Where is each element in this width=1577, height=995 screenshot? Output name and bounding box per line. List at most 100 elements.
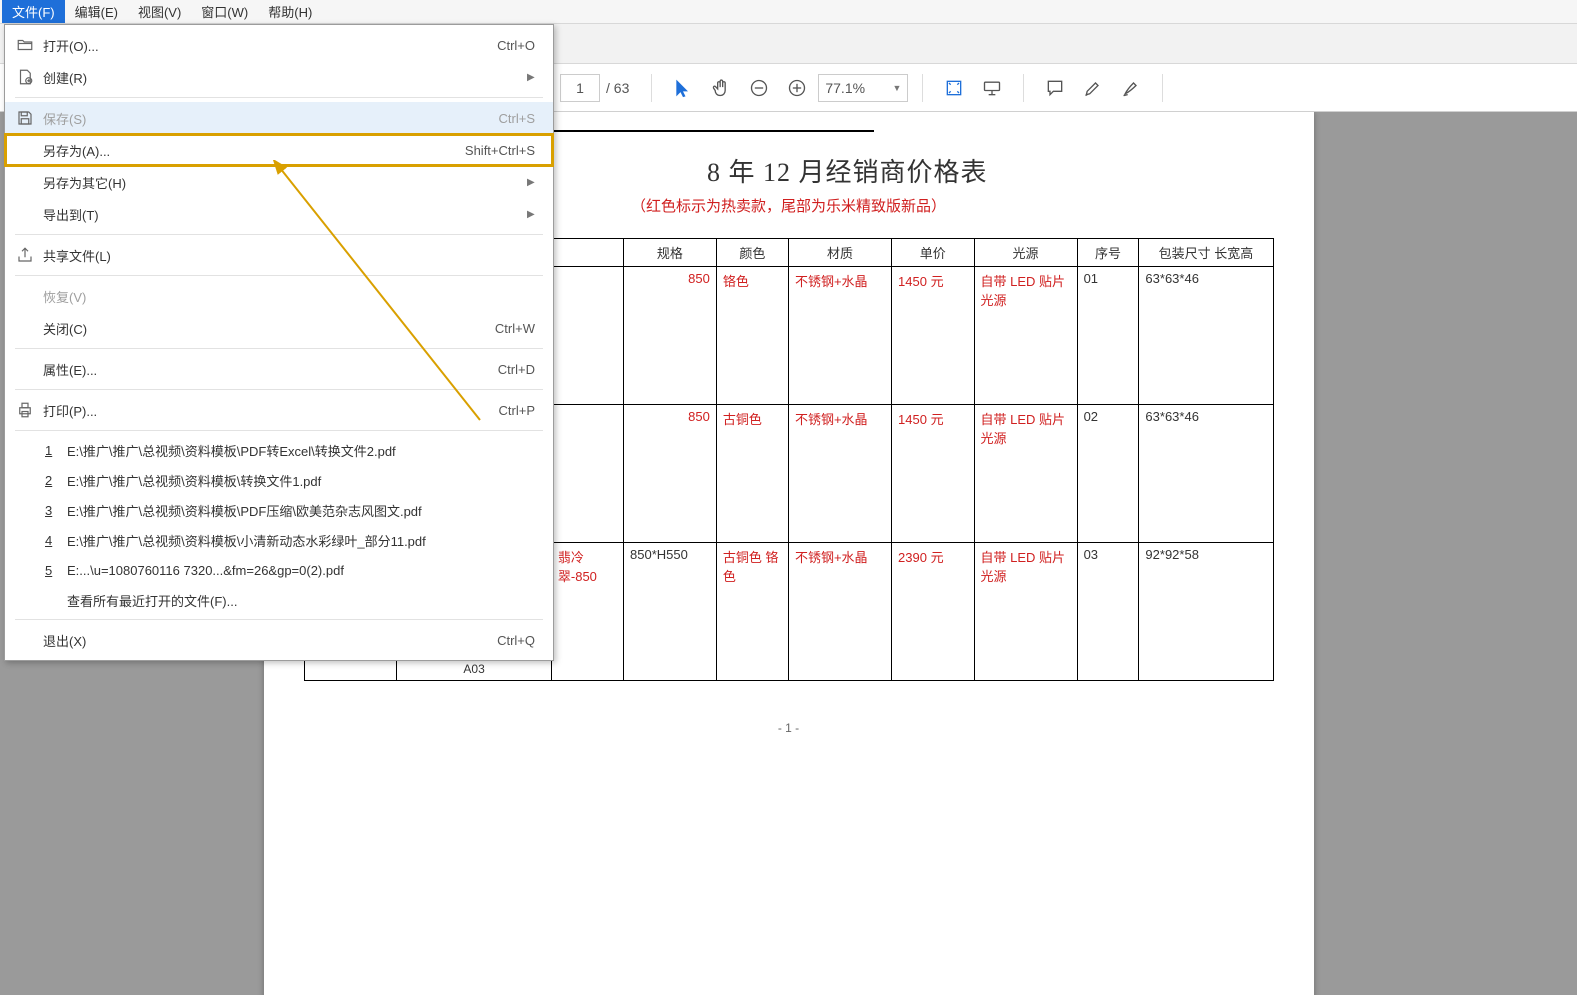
- menu-export-to[interactable]: 导出到(T) ▶: [5, 198, 553, 230]
- file-menu-dropdown: 打开(O)... Ctrl+O 创建(R) ▶ 保存(S) Ctrl+S 另存为…: [4, 24, 554, 661]
- select-arrow-icon[interactable]: [666, 71, 700, 105]
- cell-pack: 63*63*46: [1139, 267, 1273, 405]
- comment-icon[interactable]: [1038, 71, 1072, 105]
- menu-help[interactable]: 帮助(H): [258, 0, 322, 23]
- menu-share-file[interactable]: 共享文件(L): [5, 239, 553, 271]
- col-spec: 规格: [624, 239, 717, 267]
- highlight-pen-icon[interactable]: [1076, 71, 1110, 105]
- cell-color: 古铜色 铬色: [716, 543, 788, 681]
- cell-seq: 02: [1077, 405, 1139, 543]
- menu-label: 导出到(T): [39, 205, 527, 224]
- menu-label: 关闭(C): [39, 319, 495, 338]
- submenu-arrow-icon: ▶: [527, 72, 535, 83]
- col-hidden-3: [551, 239, 623, 267]
- col-packsize: 包装尺寸 长宽高: [1139, 239, 1273, 267]
- cell-spec: 850: [624, 405, 717, 543]
- menu-label: 属性(E)...: [39, 360, 498, 379]
- menu-label: 打印(P)...: [39, 401, 499, 420]
- shortcut-label: Ctrl+O: [497, 38, 535, 53]
- cell-light: 自带 LED 贴片光源: [974, 543, 1077, 681]
- zoom-in-icon[interactable]: [780, 71, 814, 105]
- menu-save-as-other[interactable]: 另存为其它(H) ▶: [5, 166, 553, 198]
- cell-seq: 01: [1077, 267, 1139, 405]
- cell-price: 1450 元: [892, 405, 974, 543]
- page-current-input[interactable]: 1: [560, 74, 600, 102]
- toolbar-divider: [922, 74, 923, 102]
- menu-window[interactable]: 窗口(W): [191, 0, 258, 23]
- menu-label: 恢复(V): [39, 287, 535, 306]
- menu-label: 共享文件(L): [39, 246, 535, 265]
- menu-recent-file[interactable]: 4E:\推广\推广\总视频\资料模板\小清新动态水彩绿叶_部分11.pdf: [5, 525, 553, 555]
- shortcut-label: Ctrl+Q: [497, 633, 535, 648]
- page-number-footer: - 1 -: [304, 721, 1274, 735]
- hand-pan-icon[interactable]: [704, 71, 738, 105]
- menu-open[interactable]: 打开(O)... Ctrl+O: [5, 29, 553, 61]
- col-price: 单价: [892, 239, 974, 267]
- menu-label: 创建(R): [39, 68, 527, 87]
- menu-file[interactable]: 文件(F): [2, 0, 65, 23]
- cell-name: [551, 267, 623, 405]
- cell-spec: 850*H550: [624, 543, 717, 681]
- cell-material: 不锈钢+水晶: [788, 405, 891, 543]
- toolbar-divider: [651, 74, 652, 102]
- shortcut-label: Ctrl+D: [498, 362, 535, 377]
- cell-pack: 63*63*46: [1139, 405, 1273, 543]
- zoom-out-icon[interactable]: [742, 71, 776, 105]
- menu-create[interactable]: 创建(R) ▶: [5, 61, 553, 93]
- shortcut-label: Ctrl+W: [495, 321, 535, 336]
- menu-view-all-recent[interactable]: 查看所有最近打开的文件(F)...: [5, 585, 553, 615]
- cell-light: 自带 LED 贴片光源: [974, 405, 1077, 543]
- page-total-label: / 63: [606, 80, 629, 96]
- cell-material: 不锈钢+水晶: [788, 543, 891, 681]
- menu-label: 打开(O)...: [39, 36, 497, 55]
- recent-file-label: E:\推广\推广\总视频\资料模板\PDF压缩\欧美范杂志风图文.pdf: [63, 501, 535, 520]
- cell-color: 古铜色: [716, 405, 788, 543]
- col-material: 材质: [788, 239, 891, 267]
- menu-recent-file[interactable]: 1E:\推广\推广\总视频\资料模板\PDF转Excel\转换文件2.pdf: [5, 435, 553, 465]
- cell-name: 翡冷翠-850: [551, 543, 623, 681]
- menu-save-as[interactable]: 另存为(A)... Shift+Ctrl+S: [5, 134, 553, 166]
- menu-edit[interactable]: 编辑(E): [65, 0, 128, 23]
- zoom-dropdown[interactable]: 77.1% ▼: [818, 74, 908, 102]
- toolbar-divider: [1023, 74, 1024, 102]
- menu-label: 退出(X): [39, 631, 497, 650]
- sign-pen-icon[interactable]: [1114, 71, 1148, 105]
- read-mode-icon[interactable]: [975, 71, 1009, 105]
- cell-seq: 03: [1077, 543, 1139, 681]
- menu-exit[interactable]: 退出(X) Ctrl+Q: [5, 624, 553, 656]
- cell-price: 2390 元: [892, 543, 974, 681]
- submenu-arrow-icon: ▶: [527, 209, 535, 220]
- recent-file-label: E:\推广\推广\总视频\资料模板\转换文件1.pdf: [63, 471, 535, 490]
- toolbar-divider: [1162, 74, 1163, 102]
- menu-label: 另存为其它(H): [39, 173, 527, 192]
- menu-view[interactable]: 视图(V): [128, 0, 191, 23]
- shortcut-label: Shift+Ctrl+S: [465, 143, 535, 158]
- menu-properties[interactable]: 属性(E)... Ctrl+D: [5, 353, 553, 385]
- menubar: 文件(F) 编辑(E) 视图(V) 窗口(W) 帮助(H): [0, 0, 1577, 24]
- cell-spec: 850: [624, 267, 717, 405]
- recent-file-label: E:...\u=1080760116 7320...&fm=26&gp=0(2)…: [63, 563, 535, 578]
- menu-save: 保存(S) Ctrl+S: [5, 102, 553, 134]
- recent-file-label: E:\推广\推广\总视频\资料模板\小清新动态水彩绿叶_部分11.pdf: [63, 531, 535, 550]
- menu-recent-file[interactable]: 2E:\推广\推广\总视频\资料模板\转换文件1.pdf: [5, 465, 553, 495]
- chevron-down-icon: ▼: [892, 83, 901, 93]
- menu-recent-file[interactable]: 3E:\推广\推广\总视频\资料模板\PDF压缩\欧美范杂志风图文.pdf: [5, 495, 553, 525]
- col-light: 光源: [974, 239, 1077, 267]
- cell-price: 1450 元: [892, 267, 974, 405]
- save-disk-icon: [11, 109, 39, 127]
- fit-page-icon[interactable]: [937, 71, 971, 105]
- menu-revert: 恢复(V): [5, 280, 553, 312]
- cell-color: 铬色: [716, 267, 788, 405]
- menu-print[interactable]: 打印(P)... Ctrl+P: [5, 394, 553, 426]
- cell-light: 自带 LED 贴片光源: [974, 267, 1077, 405]
- menu-recent-file[interactable]: 5E:...\u=1080760116 7320...&fm=26&gp=0(2…: [5, 555, 553, 585]
- folder-open-icon: [11, 36, 39, 54]
- recent-file-label: E:\推广\推广\总视频\资料模板\PDF转Excel\转换文件2.pdf: [63, 441, 535, 460]
- submenu-arrow-icon: ▶: [527, 177, 535, 188]
- menu-close[interactable]: 关闭(C) Ctrl+W: [5, 312, 553, 344]
- share-upload-icon: [11, 246, 39, 264]
- menu-label: 另存为(A)...: [39, 141, 465, 160]
- cell-material: 不锈钢+水晶: [788, 267, 891, 405]
- col-color: 颜色: [716, 239, 788, 267]
- menu-label: 查看所有最近打开的文件(F)...: [63, 591, 535, 610]
